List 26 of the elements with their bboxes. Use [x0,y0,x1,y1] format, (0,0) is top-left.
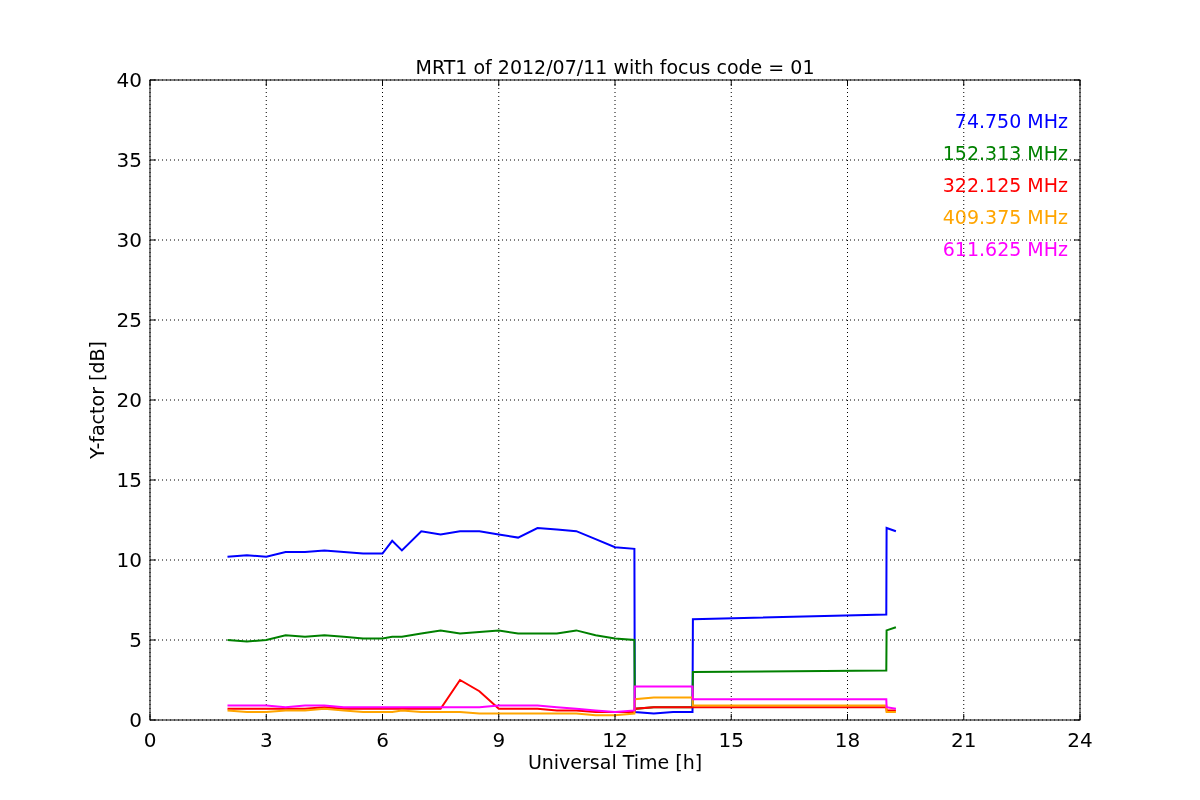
tick-label: 5 [129,628,142,652]
tick-label: 20 [116,388,142,412]
tick-label: 9 [492,728,506,752]
tick-label: 24 [1067,728,1093,752]
tick-label: 10 [116,548,142,572]
tick-label: 12 [602,728,628,752]
chart-title: MRT1 of 2012/07/11 with focus code = 01 [415,56,815,78]
tick-label: 18 [834,728,861,752]
legend-label: 322.125 MHz [942,174,1068,196]
tick-label: 3 [259,728,273,752]
tick-label: 30 [116,228,142,252]
y-axis-label: Y-factor [dB] [86,341,108,459]
x-axis-label: Universal Time [h] [527,751,703,773]
tick-label: 40 [116,68,142,92]
tick-label: 15 [718,728,744,752]
legend-label: 409.375 MHz [942,206,1068,228]
legend-label: 74.750 MHz [954,110,1068,132]
tick-label: 0 [143,728,157,752]
tick-label: 21 [951,728,977,752]
legend-label: 611.625 MHz [942,238,1068,260]
tick-label: 6 [376,728,389,752]
legend-label: 152.313 MHz [942,142,1068,164]
tick-label: 0 [129,708,142,732]
tick-label: 35 [116,148,142,172]
tick-label: 25 [116,308,142,332]
tick-label: 15 [116,468,142,492]
